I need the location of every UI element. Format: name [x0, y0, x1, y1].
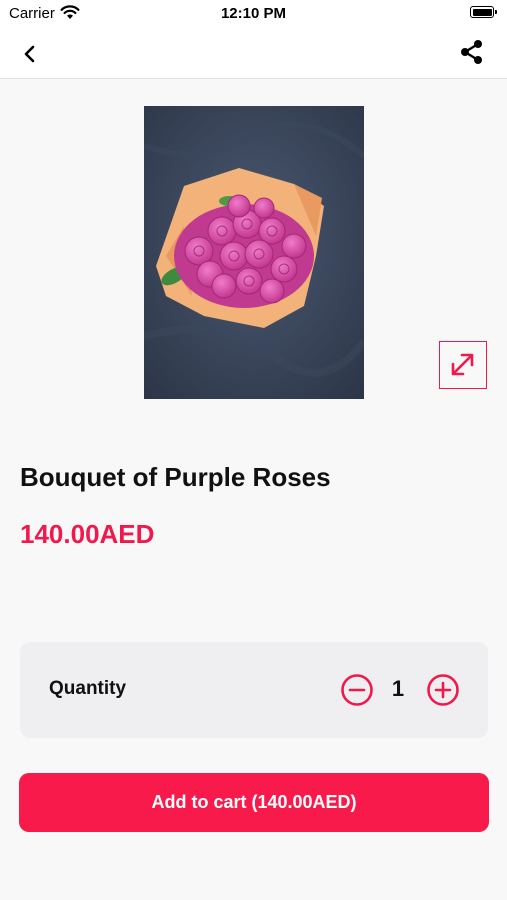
- back-button[interactable]: [16, 40, 44, 68]
- increment-button[interactable]: [426, 673, 460, 707]
- product-price: 140.00AED: [20, 519, 155, 549]
- share-button[interactable]: [458, 38, 486, 66]
- decrement-button[interactable]: [340, 673, 374, 707]
- plus-circle-icon: [427, 674, 459, 706]
- nav-bar: [0, 28, 507, 79]
- quantity-label: Quantity: [49, 678, 127, 699]
- status-time: 12:10 PM: [220, 5, 287, 22]
- product-title: Bouquet of Purple Roses: [20, 462, 331, 492]
- quantity-card: Quantity 1: [20, 642, 488, 738]
- add-to-cart-button[interactable]: Add to cart (140.00AED): [19, 773, 489, 832]
- status-bar: Carrier 12:10 PM: [0, 0, 507, 28]
- chevron-left-icon: [24, 45, 35, 63]
- share-icon: [461, 40, 482, 64]
- product-image[interactable]: [144, 106, 364, 399]
- quantity-value: 1: [391, 676, 405, 701]
- expand-diagonal-icon: [451, 353, 474, 376]
- minus-circle-icon: [341, 674, 373, 706]
- battery-icon: [470, 6, 497, 18]
- expand-image-button[interactable]: [439, 341, 487, 389]
